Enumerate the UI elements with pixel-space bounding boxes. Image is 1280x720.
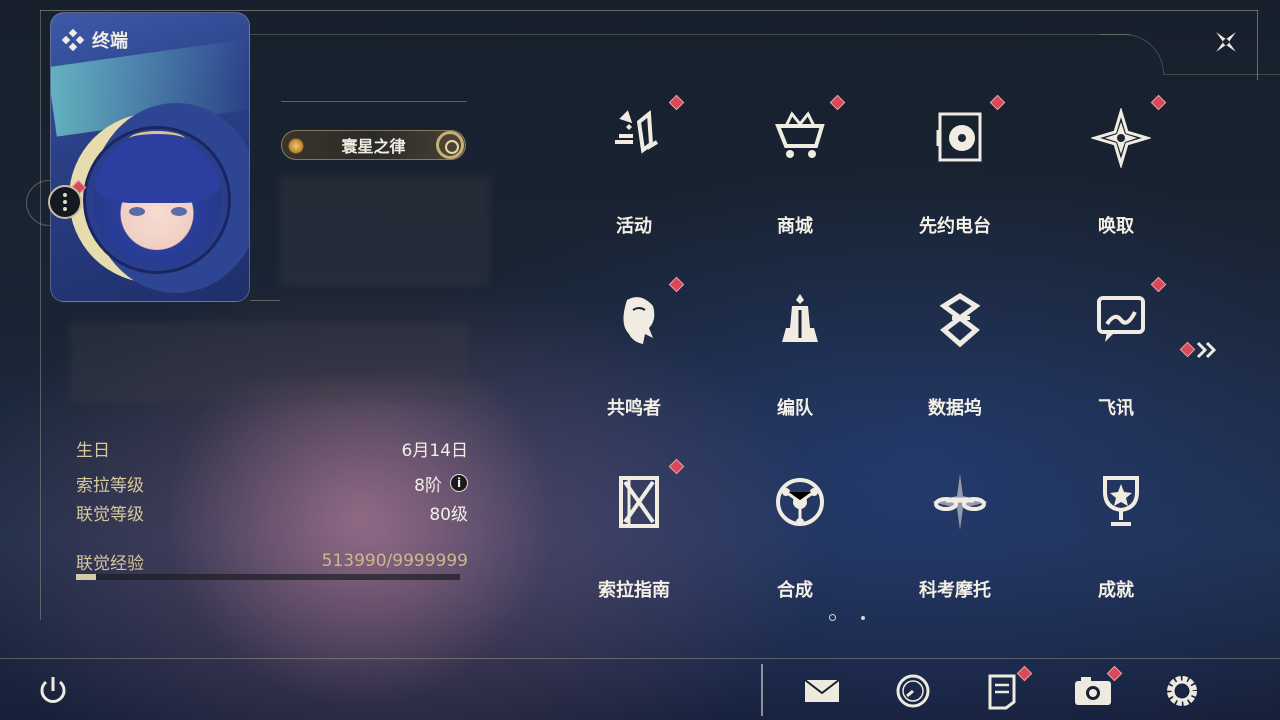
motorcycle-icon — [930, 472, 990, 532]
close-button[interactable] — [1208, 24, 1244, 60]
data-dock-icon — [930, 290, 990, 350]
sun-icon — [288, 138, 304, 154]
menu-item-3[interactable]: 先约电台 — [880, 94, 1030, 258]
info-row-union-exp: 联觉经验 513990/9999999 — [76, 549, 468, 574]
title-text: 终端 — [92, 31, 128, 52]
menu-item-label: 成就 — [1098, 580, 1134, 601]
settings-button[interactable] — [1162, 672, 1202, 710]
message-icon — [1091, 290, 1151, 350]
mail-icon — [804, 679, 840, 702]
bottom-separator — [761, 664, 763, 716]
frame-line — [1163, 74, 1280, 75]
menu-item-label: 活动 — [616, 216, 652, 237]
notification-badge — [668, 458, 685, 475]
menu-item-7[interactable]: 数据坞 — [880, 290, 1030, 440]
frame-line — [40, 10, 1258, 11]
title-badge[interactable]: 寰星之律 — [281, 130, 466, 160]
double-chevron-right-icon — [1196, 341, 1217, 359]
info-label: 联觉经验 — [76, 553, 144, 574]
frame-line — [40, 10, 41, 620]
menu-item-12[interactable]: 成就 — [1041, 472, 1191, 622]
summon-icon — [1089, 106, 1153, 170]
info-value: 8阶 — [414, 475, 442, 496]
info-row-sol-rank: 索拉等级 8阶 i — [76, 471, 468, 496]
exp-value: 513990/9999999 — [321, 551, 468, 571]
menu-item-label: 数据坞 — [928, 398, 982, 419]
ring-icon — [436, 131, 464, 159]
exp-progress-fill — [76, 574, 96, 580]
terminal-icon — [62, 29, 84, 51]
menu-item-5[interactable]: 共鸣者 — [559, 276, 709, 440]
frame-line — [250, 34, 1130, 35]
info-label: 生日 — [76, 440, 110, 461]
frame-line — [1100, 34, 1164, 74]
menu-item-label: 唤取 — [1098, 216, 1134, 237]
camera-button[interactable] — [1073, 672, 1113, 710]
avatar[interactable] — [50, 12, 250, 302]
bottom-divider — [0, 658, 1280, 659]
menu-item-1[interactable]: 活动 — [559, 94, 709, 258]
menu-item-8[interactable]: 飞讯 — [1041, 276, 1191, 440]
close-icon — [1216, 32, 1236, 52]
resonator-icon — [609, 290, 669, 350]
notification-badge — [989, 94, 1006, 111]
menu-item-4[interactable]: 唤取 — [1041, 94, 1191, 258]
menu-item-label: 索拉指南 — [598, 580, 670, 601]
exp-progress-bar — [76, 574, 460, 580]
power-button[interactable] — [33, 672, 73, 710]
menu-item-label: 共鸣者 — [607, 398, 661, 419]
notification-badge — [1150, 276, 1167, 293]
achievement-icon — [1091, 472, 1151, 532]
menu-item-2[interactable]: 商城 — [720, 94, 870, 258]
menu-item-label: 合成 — [777, 580, 813, 601]
synthesis-icon — [770, 472, 830, 532]
notification-badge — [829, 94, 846, 111]
more-options-button[interactable] — [48, 185, 82, 219]
menu-item-11[interactable]: 科考摩托 — [880, 472, 1030, 622]
mail-button[interactable] — [802, 672, 842, 710]
info-value: 6月14日 — [401, 440, 468, 461]
menu-item-label: 编队 — [777, 398, 813, 419]
guide-icon — [609, 472, 669, 532]
page-title: 终端 — [62, 27, 128, 53]
page-indicator[interactable] — [861, 616, 865, 620]
menu-item-6[interactable]: 编队 — [720, 290, 870, 440]
notes-icon — [988, 674, 1016, 710]
next-page-button[interactable] — [1194, 340, 1222, 360]
info-row-birthday: 生日 6月14日 — [76, 436, 468, 461]
notification-badge — [668, 94, 685, 111]
divider — [281, 101, 467, 102]
notification-badge — [668, 276, 685, 293]
info-icon[interactable]: i — [450, 474, 468, 492]
clock-icon — [896, 674, 930, 708]
page-indicator-active[interactable] — [829, 614, 836, 621]
info-label: 索拉等级 — [76, 475, 144, 496]
title-badge-label: 寰星之律 — [341, 137, 406, 156]
menu-item-10[interactable]: 合成 — [720, 472, 870, 622]
radio-icon — [930, 108, 990, 168]
team-icon — [770, 290, 830, 350]
info-row-union-level: 联觉等级 80级 — [76, 500, 468, 525]
menu-item-9[interactable]: 索拉指南 — [559, 458, 709, 622]
settings-icon — [1167, 676, 1197, 706]
frame-line — [1257, 10, 1258, 80]
shop-icon — [770, 108, 830, 168]
info-value: 80级 — [429, 504, 468, 525]
notification-badge — [1150, 94, 1167, 111]
info-label: 联觉等级 — [76, 504, 144, 525]
menu-item-label: 商城 — [777, 216, 813, 237]
menu-item-label: 飞讯 — [1098, 398, 1134, 419]
menu-item-label: 先约电台 — [919, 216, 991, 237]
activity-icon — [609, 108, 669, 168]
divider — [250, 300, 280, 301]
notes-button[interactable] — [982, 672, 1022, 710]
power-icon — [40, 677, 66, 703]
menu-item-label: 科考摩托 — [919, 580, 991, 601]
camera-icon — [1075, 677, 1111, 705]
clock-button[interactable] — [893, 672, 933, 710]
